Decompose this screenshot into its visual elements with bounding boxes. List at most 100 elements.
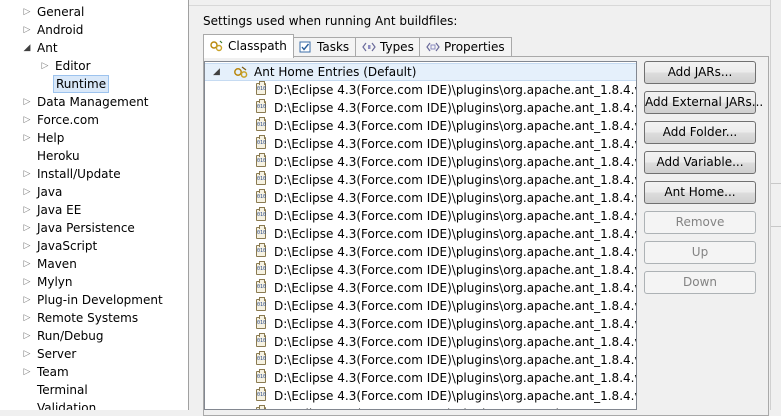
classpath-entry-row[interactable]: D:\Eclipse 4.3(Force.com IDE)\plugins\or… bbox=[205, 333, 636, 351]
tree-item-java-persistence[interactable]: ▷ Java Persistence bbox=[0, 219, 188, 237]
collapsed-arrow-icon[interactable]: ▷ bbox=[22, 363, 32, 381]
tree-item-install-update[interactable]: ▷ Install/Update bbox=[0, 165, 188, 183]
tree-item-remote-systems[interactable]: ▷ Remote Systems bbox=[0, 309, 188, 327]
classpath-entry-row[interactable]: D:\Eclipse 4.3(Force.com IDE)\plugins\or… bbox=[205, 153, 636, 171]
tree-item-label: Android bbox=[37, 23, 84, 37]
classpath-entry-row[interactable]: D:\Eclipse 4.3(Force.com IDE)\plugins\or… bbox=[205, 81, 636, 99]
tree-item-label: Maven bbox=[37, 257, 77, 271]
tree-item-label: Terminal bbox=[37, 383, 88, 397]
ant-home-button[interactable]: Ant Home... bbox=[644, 181, 756, 204]
tab-properties[interactable]: Properties bbox=[419, 37, 512, 56]
page-description: Settings used when running Ant buildfile… bbox=[203, 14, 458, 28]
collapsed-arrow-icon[interactable]: ▷ bbox=[22, 201, 32, 219]
classpath-entry-row[interactable]: D:\Eclipse 4.3(Force.com IDE)\plugins\or… bbox=[205, 225, 636, 243]
tree-item-force-com[interactable]: ▷ Force.com bbox=[0, 111, 188, 129]
collapsed-arrow-icon[interactable]: ▷ bbox=[22, 327, 32, 345]
tree-item-editor[interactable]: ▷ Editor bbox=[0, 57, 188, 75]
expanded-arrow-icon[interactable]: ◢ bbox=[22, 39, 32, 57]
classpath-entry-row[interactable]: D:\Eclipse 4.3(Force.com IDE)\plugins\or… bbox=[205, 243, 636, 261]
jar-path: D:\Eclipse 4.3(Force.com IDE)\plugins\or… bbox=[274, 83, 636, 97]
tree-item-team[interactable]: ▷ Team bbox=[0, 363, 188, 381]
collapsed-arrow-icon[interactable]: ▷ bbox=[22, 3, 32, 21]
tree-item-general[interactable]: ▷ General bbox=[0, 3, 188, 21]
classpath-entry-row[interactable]: D:\Eclipse 4.3(Force.com IDE)\plugins\or… bbox=[205, 207, 636, 225]
collapsed-arrow-icon[interactable]: ▷ bbox=[22, 255, 32, 273]
tree-item-javascript[interactable]: ▷ JavaScript bbox=[0, 237, 188, 255]
classpath-entry-row[interactable]: D:\Eclipse 4.3(Force.com IDE)\plugins\or… bbox=[205, 171, 636, 189]
jar-file-icon bbox=[255, 207, 267, 222]
tree-item-label: Plug-in Development bbox=[37, 293, 163, 307]
collapsed-arrow-icon[interactable]: ▷ bbox=[22, 183, 32, 201]
jar-file-icon bbox=[255, 279, 267, 294]
tree-item-terminal[interactable]: Terminal bbox=[0, 381, 188, 399]
classpath-entry-row[interactable]: D:\Eclipse 4.3(Force.com IDE)\plugins\or… bbox=[205, 351, 636, 369]
tree-item-server[interactable]: ▷ Server bbox=[0, 345, 188, 363]
classpath-entry-row[interactable]: D:\Eclipse 4.3(Force.com IDE)\plugins\or… bbox=[205, 315, 636, 333]
classpath-entry-row[interactable]: D:\Eclipse 4.3(Force.com IDE)\plugins\or… bbox=[205, 387, 636, 405]
add-folder-button[interactable]: Add Folder... bbox=[644, 121, 756, 144]
add-external-jars-button[interactable]: Add External JARs... bbox=[644, 91, 763, 114]
classpath-entry-row[interactable]: D:\Eclipse 4.3(Force.com IDE)\plugins\or… bbox=[205, 135, 636, 153]
add-variable-button[interactable]: Add Variable... bbox=[644, 151, 756, 174]
collapsed-arrow-icon[interactable]: ▷ bbox=[22, 129, 32, 147]
tree-list: ▷ General ▷ Android ◢ Ant ▷ Editor Runtime ▷ Data … bbox=[0, 3, 188, 410]
collapsed-arrow-icon[interactable]: ▷ bbox=[22, 345, 32, 363]
tree-item-maven[interactable]: ▷ Maven bbox=[0, 255, 188, 273]
tasks-icon bbox=[299, 40, 313, 53]
tab-classpath[interactable]: Classpath bbox=[203, 34, 294, 58]
tree-item-run-debug[interactable]: ▷ Run/Debug bbox=[0, 327, 188, 345]
classpath-entry-row[interactable]: D:\Eclipse 4.3(Force.com IDE)\plugins\or… bbox=[205, 369, 636, 387]
classpath-entry-row[interactable]: D:\Eclipse 4.3(Force.com IDE)\plugins\or… bbox=[205, 99, 636, 117]
tab-classpath-label: Classpath bbox=[228, 39, 287, 53]
collapsed-arrow-icon[interactable]: ▷ bbox=[22, 291, 32, 309]
tree-item-runtime[interactable]: Runtime bbox=[0, 75, 188, 93]
tree-item-label: Data Management bbox=[37, 95, 149, 109]
collapsed-arrow-icon[interactable]: ▷ bbox=[22, 273, 32, 291]
down-button[interactable]: Down bbox=[644, 271, 756, 294]
classpath-entry-row[interactable]: D:\Eclipse 4.3(Force.com IDE)\plugins\or… bbox=[205, 117, 636, 135]
classpath-entry-row[interactable]: D:\Eclipse 4.3(Force.com IDE)\plugins\or… bbox=[205, 279, 636, 297]
classpath-entry-row[interactable]: D:\Eclipse 4.3(Force.com IDE)\plugins\or… bbox=[205, 405, 636, 409]
tree-item-data-management[interactable]: ▷ Data Management bbox=[0, 93, 188, 111]
collapsed-arrow-icon[interactable]: ▷ bbox=[22, 165, 32, 183]
classpath-entry-row[interactable]: D:\Eclipse 4.3(Force.com IDE)\plugins\or… bbox=[205, 189, 636, 207]
classpath-entry-row[interactable]: D:\Eclipse 4.3(Force.com IDE)\plugins\or… bbox=[205, 261, 636, 279]
collapsed-arrow-icon[interactable]: ▷ bbox=[22, 219, 32, 237]
tree-item-label: Java EE bbox=[37, 203, 82, 217]
tree-item-label: JavaScript bbox=[37, 239, 98, 253]
up-button[interactable]: Up bbox=[644, 241, 756, 264]
collapsed-arrow-icon[interactable]: ▷ bbox=[22, 309, 32, 327]
collapse-arrow-icon[interactable]: ◢ bbox=[213, 64, 220, 80]
tree-item-mylyn[interactable]: ▷ Mylyn bbox=[0, 273, 188, 291]
collapsed-arrow-icon[interactable]: ▷ bbox=[22, 93, 32, 111]
classpath-entry-row[interactable]: D:\Eclipse 4.3(Force.com IDE)\plugins\or… bbox=[205, 297, 636, 315]
tab-types[interactable]: Types bbox=[355, 37, 421, 56]
tree-item-heroku[interactable]: Heroku bbox=[0, 147, 188, 165]
tree-item-help[interactable]: ▷ Help bbox=[0, 129, 188, 147]
collapsed-arrow-icon[interactable]: ▷ bbox=[22, 111, 32, 129]
jar-file-icon bbox=[255, 387, 267, 402]
properties-icon bbox=[426, 40, 440, 52]
collapsed-arrow-icon[interactable]: ▷ bbox=[22, 237, 32, 255]
tree-item-java-ee[interactable]: ▷ Java EE bbox=[0, 201, 188, 219]
tab-tasks[interactable]: Tasks bbox=[292, 37, 357, 56]
jar-file-icon bbox=[255, 261, 267, 276]
add-jars-button[interactable]: Add JARs... bbox=[644, 61, 756, 84]
remove-button[interactable]: Remove bbox=[644, 211, 756, 234]
tree-item-label: Force.com bbox=[37, 113, 99, 127]
tree-item-java[interactable]: ▷ Java bbox=[0, 183, 188, 201]
tree-item-label: Heroku bbox=[37, 149, 80, 163]
tree-item-validation[interactable]: Validation bbox=[0, 399, 188, 410]
preferences-tree[interactable]: ▷ General ▷ Android ◢ Ant ▷ Editor Runtime ▷ Data … bbox=[0, 0, 189, 410]
ant-home-icon bbox=[233, 66, 249, 79]
tab-types-label: Types bbox=[380, 40, 414, 54]
tree-item-ant[interactable]: ◢ Ant bbox=[0, 39, 188, 57]
collapsed-arrow-icon[interactable]: ▷ bbox=[40, 57, 50, 75]
tree-item-plug-in-development[interactable]: ▷ Plug-in Development bbox=[0, 291, 188, 309]
ant-home-entries-row[interactable]: ◢ Ant Home Entries (Default) bbox=[205, 63, 636, 81]
classpath-entries-list[interactable]: ◢ Ant Home Entries (Default) D:\Eclipse … bbox=[204, 61, 637, 410]
collapsed-arrow-icon[interactable]: ▷ bbox=[22, 21, 32, 39]
jar-path: D:\Eclipse 4.3(Force.com IDE)\plugins\or… bbox=[274, 371, 636, 385]
tree-item-android[interactable]: ▷ Android bbox=[0, 21, 188, 39]
jar-path: D:\Eclipse 4.3(Force.com IDE)\plugins\or… bbox=[274, 405, 636, 409]
